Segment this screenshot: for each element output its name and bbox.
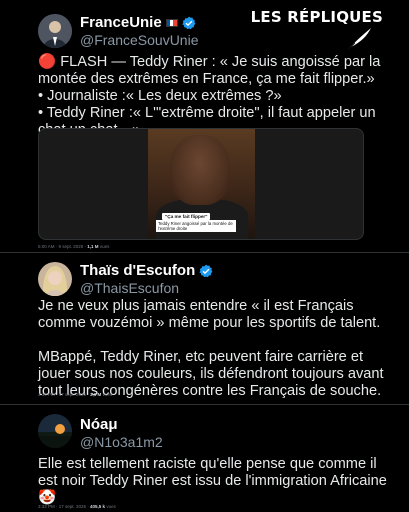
timestamp[interactable]: 5:00 AM · 9 sept. 2025 · [38, 244, 86, 249]
verified-badge-icon [182, 16, 196, 29]
tweet-text: Je ne veux plus jamais entendre « il est… [38, 298, 384, 399]
view-label: vues [106, 504, 116, 509]
france-flag-icon [165, 18, 178, 27]
tweet-2: Thaïs d'Escufon @ThaisEscufon Je ne veux… [0, 252, 409, 402]
video-caption-quote: "Ça me fait flipper" [162, 213, 211, 220]
video-caption-headline: Teddy Riner angoissé par la montée de l'… [156, 220, 236, 232]
tweet-text: 🔴 FLASH — Teddy Riner : « Je suis angois… [38, 54, 381, 138]
timestamp[interactable]: 3:32 PM · 17 sept. 2025 · [38, 504, 89, 509]
handle[interactable]: @ThaisEscufon [80, 280, 179, 296]
tweet-1: FranceUnie @FranceSouvUnie 🔴 FLASH — Ted… [0, 0, 409, 260]
timestamp[interactable]: 3:19 PM · 17 sept. 2025 · [38, 392, 89, 397]
video-frame: "Ça me fait flipper" Teddy Riner angoiss… [148, 129, 255, 239]
person-face [170, 135, 230, 205]
handle[interactable]: @FranceSouvUnie [80, 32, 199, 48]
display-name[interactable]: FranceUnie [80, 14, 162, 31]
tweet-meta: 3:32 PM · 17 sept. 2025 · 405,5 k vues [38, 504, 116, 509]
view-label: vues [99, 244, 110, 249]
view-label: vues [102, 392, 113, 397]
avatar[interactable] [38, 414, 72, 448]
view-count: 405,5 k [90, 504, 106, 509]
view-count: 1,1 M [87, 244, 99, 249]
video-thumbnail[interactable]: "Ça me fait flipper" Teddy Riner angoiss… [38, 128, 364, 240]
tweet-text: Elle est tellement raciste qu'elle pense… [38, 456, 387, 506]
avatar[interactable] [38, 262, 72, 296]
verified-badge-icon [199, 264, 213, 277]
handle[interactable]: @N1o3a1m2 [80, 434, 163, 450]
display-name[interactable]: Nóaμ [80, 416, 118, 433]
tweet-meta: 5:00 AM · 9 sept. 2025 · 1,1 M vues [38, 244, 109, 249]
view-count: 3,6 M [90, 392, 102, 397]
tweet-meta: 3:19 PM · 17 sept. 2025 · 3,6 M vues [38, 392, 112, 397]
display-name[interactable]: Thaïs d'Escufon [80, 262, 195, 279]
avatar[interactable] [38, 14, 72, 48]
tweet-3: Nóaμ @N1o3a1m2 Elle est tellement racist… [0, 404, 409, 512]
